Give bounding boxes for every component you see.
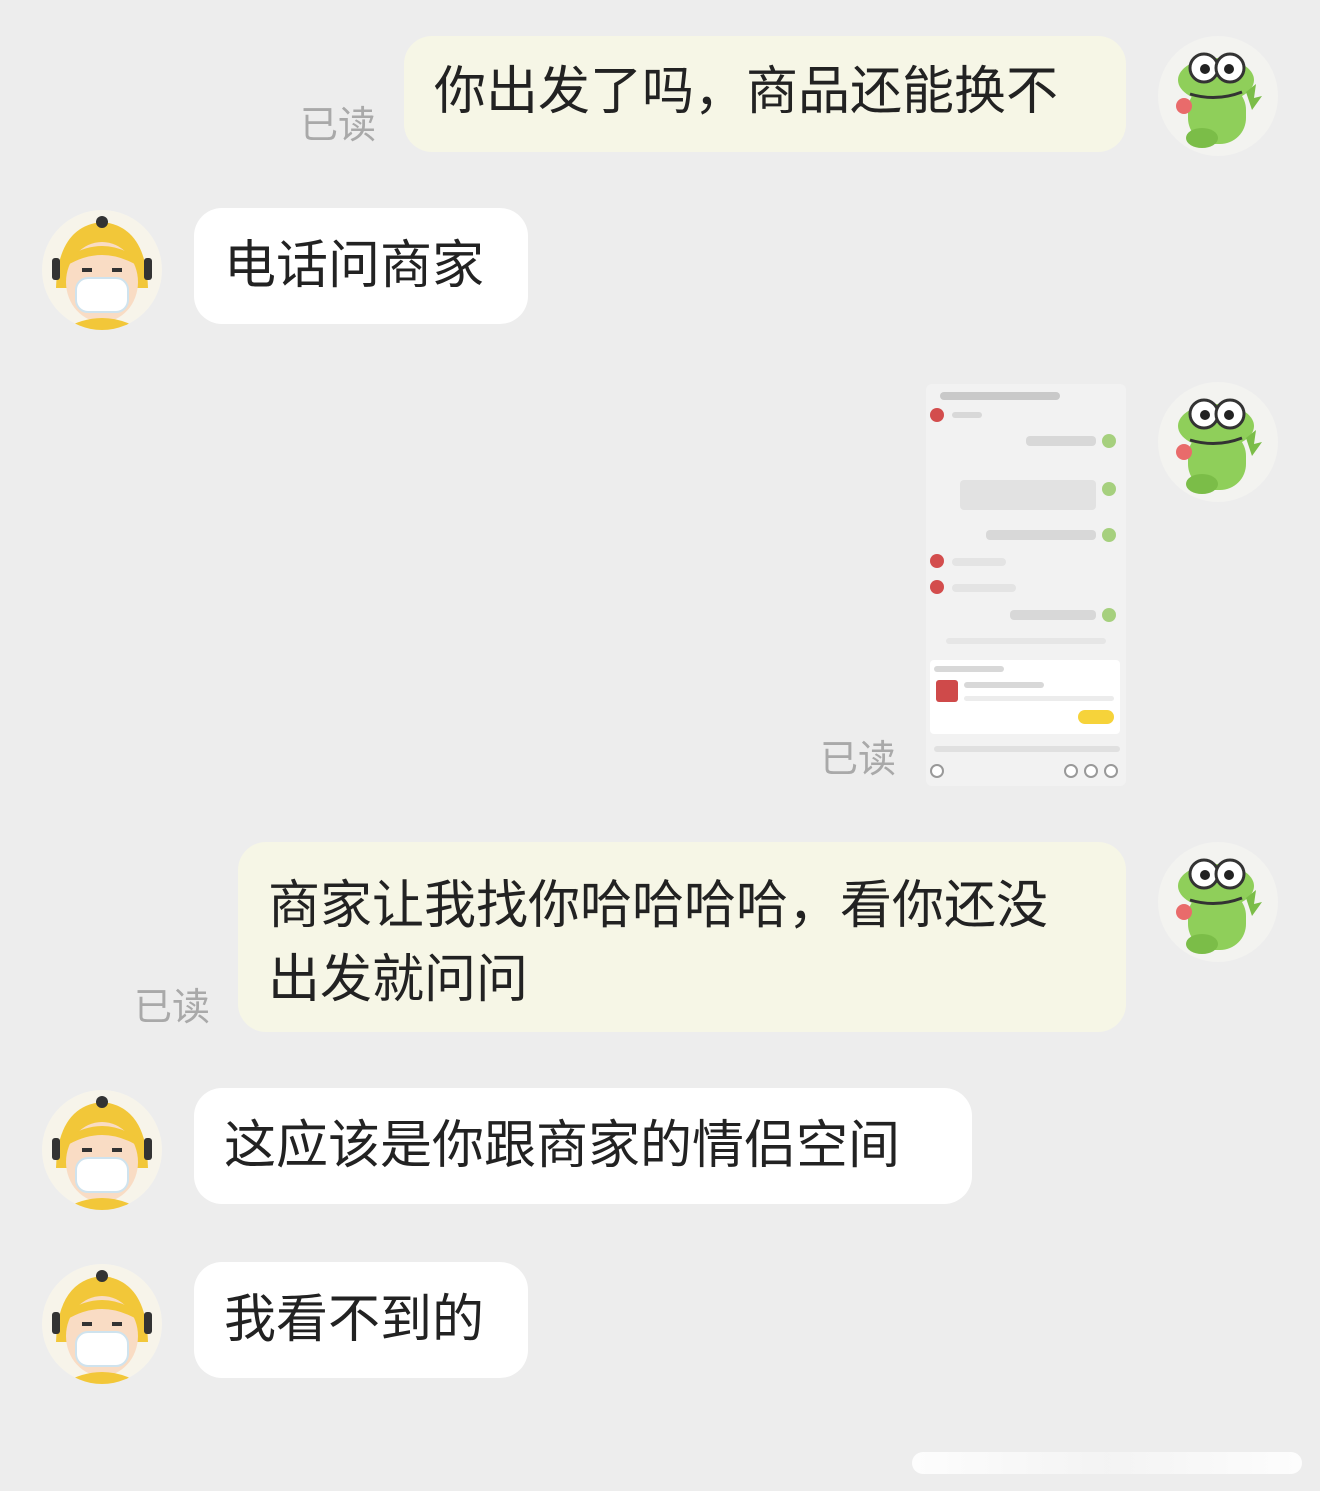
message-bubble-incoming[interactable]: 我看不到的 — [194, 1262, 528, 1378]
screenshot-image-message[interactable] — [926, 384, 1126, 786]
self-avatar-icon[interactable] — [1158, 842, 1278, 962]
contact-avatar-icon[interactable] — [42, 1090, 162, 1210]
message-bubble-incoming[interactable]: 这应该是你跟商家的情侣空间 — [194, 1088, 972, 1204]
watermark — [912, 1452, 1302, 1474]
self-avatar-icon[interactable] — [1158, 36, 1278, 156]
message-bubble-outgoing[interactable]: 商家让我找你哈哈哈哈，看你还没出发就问问 — [238, 842, 1126, 1032]
message-bubble-incoming[interactable]: 电话问商家 — [194, 208, 528, 324]
contact-avatar-icon[interactable] — [42, 210, 162, 330]
read-receipt: 已读 — [820, 737, 897, 781]
self-avatar-icon[interactable] — [1158, 382, 1278, 502]
contact-avatar-icon[interactable] — [42, 1264, 162, 1384]
read-receipt: 已读 — [300, 103, 377, 147]
read-receipt: 已读 — [134, 985, 211, 1029]
message-bubble-outgoing[interactable]: 你出发了吗，商品还能换不 — [404, 36, 1126, 152]
